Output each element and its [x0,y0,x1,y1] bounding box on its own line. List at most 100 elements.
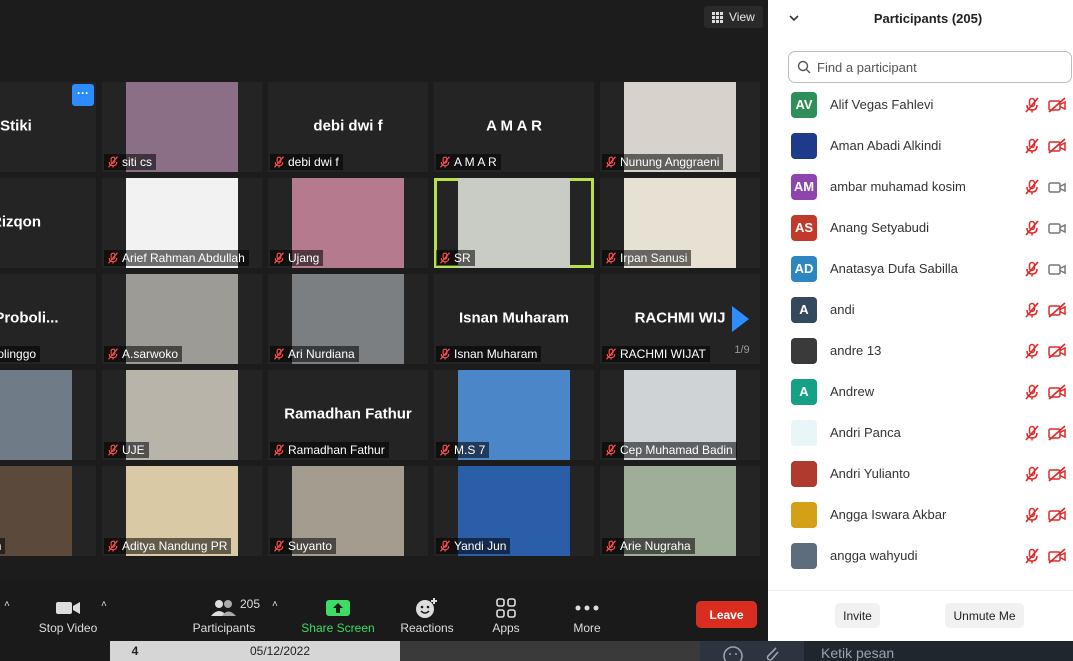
avatar [791,501,817,528]
mic-muted-icon[interactable] [1024,219,1040,236]
participant-list-item[interactable]: AS Anang Setyabudi [768,207,1073,248]
chevron-up-icon[interactable]: ˄ [101,599,111,610]
participant-video-tile[interactable]: A M A R A M A R [434,82,594,172]
stop-video-button[interactable]: Stop Video [34,581,102,641]
participant-video-tile[interactable]: as Proboli... as Probolinggo [0,274,96,364]
participant-video-tile[interactable]: UJE [102,370,262,460]
participant-search-box[interactable] [788,51,1072,83]
participant-video [0,370,72,460]
participant-video-tile[interactable]: Arie Nugraha [600,466,760,556]
video-off-icon[interactable] [1048,383,1066,400]
invite-button[interactable]: Invite [835,603,880,628]
video-off-icon[interactable] [1048,342,1066,359]
video-off-icon[interactable] [1048,506,1066,523]
participant-list-item[interactable]: AV Alif Vegas Fahlevi [768,84,1073,125]
participant-name: Ari Nurdiana [288,347,355,361]
participant-video-tile[interactable]: Yandi Jun [434,466,594,556]
video-off-icon[interactable] [1048,301,1066,318]
mic-muted-icon[interactable] [1024,301,1040,318]
video-off-icon[interactable] [1048,424,1066,441]
participant-name: Isnan Muharam [454,347,538,361]
participant-list-item[interactable]: Aandi [768,289,1073,330]
participant-name: debi dwi f [288,155,339,169]
participant-search-input[interactable] [817,59,1057,75]
participant-list-item[interactable]: AD Anatasya Dufa Sabilla [768,248,1073,289]
participant-video-tile[interactable]: i [0,370,96,460]
mic-muted-icon [440,444,450,456]
mic-muted-icon[interactable] [1024,506,1040,523]
reactions-button[interactable]: Reactions [396,581,458,641]
participants-button[interactable]: Participants [188,581,260,641]
tile-more-options-button[interactable]: ··· [72,84,94,106]
video-off-icon[interactable] [1048,96,1066,113]
participant-list-item[interactable]: andre 13 [768,330,1073,371]
mic-muted-icon [108,156,118,168]
participant-display-name: Stiki [0,117,32,135]
participant-list-item[interactable]: AM ambar muhamad kosim [768,166,1073,207]
mic-muted-icon[interactable] [1024,465,1040,482]
participant-video-tile[interactable]: Aditya Nandung PR [102,466,262,556]
video-camera-icon[interactable] [1048,261,1066,277]
participant-nametag: Aditya Nandung PR [104,538,232,554]
participant-video-tile[interactable]: Nunung Anggraeni [600,82,760,172]
participant-video-tile[interactable]: olehudin [0,466,96,556]
participant-video-tile[interactable]: Ramadhan Fathur Ramadhan Fathur [268,370,428,460]
mic-muted-icon[interactable] [1024,342,1040,359]
chevron-up-icon[interactable]: ˄ [4,599,14,610]
participant-name: Andrew [830,384,875,399]
mic-muted-icon[interactable] [1024,383,1040,400]
participant-list-item[interactable]: angga wahyudi [768,535,1073,576]
participant-list-item[interactable]: Andri Panca [768,412,1073,453]
video-off-icon[interactable] [1048,137,1066,154]
background-window-strip: 4 05/12/2022 Ketik pesan [0,641,1073,661]
participant-video-tile[interactable]: Ari Nurdiana [268,274,428,364]
emoji-icon[interactable] [722,645,744,661]
participant-video-tile[interactable]: SR [434,178,594,268]
participant-video-tile[interactable]: Suyanto [268,466,428,556]
participant-name: M.S 7 [454,443,486,457]
more-label: More [573,621,601,635]
participant-video-tile[interactable]: Cep Muhamad Badin [600,370,760,460]
mic-muted-icon[interactable] [1024,547,1040,564]
chat-message-input[interactable]: Ketik pesan [804,641,1073,661]
unmute-me-button[interactable]: Unmute Me [945,603,1024,628]
participant-list-item[interactable]: A Andrew [768,371,1073,412]
participant-list-item[interactable]: Angga Iswara Akbar [768,494,1073,535]
video-camera-icon[interactable] [1048,220,1066,236]
mic-muted-icon[interactable] [1024,260,1040,277]
leave-button[interactable]: Leave [696,601,757,628]
next-page-arrow-icon[interactable] [732,306,749,332]
mic-muted-icon[interactable] [1024,178,1040,195]
participant-video-tile[interactable]: siti cs [102,82,262,172]
participant-video-tile[interactable]: Arief Rahman Abdullah [102,178,262,268]
participant-list-item[interactable]: Andri Yulianto [768,453,1073,494]
participant-video-tile[interactable]: Irpan Sanusi [600,178,760,268]
chevron-up-icon[interactable]: ˄ [272,599,282,610]
share-screen-button[interactable]: Share Screen [298,581,378,641]
mic-muted-icon[interactable] [1024,96,1040,113]
view-button[interactable]: View [704,6,763,28]
paperclip-icon[interactable] [762,644,782,661]
participant-video-tile[interactable]: M.S 7 [434,370,594,460]
participant-video-tile[interactable]: A.sarwoko [102,274,262,364]
participant-list-item[interactable]: Aman Abadi Alkindi [768,125,1073,166]
participant-name: siti cs [122,155,152,169]
video-camera-icon[interactable] [1048,179,1066,195]
participant-video-tile[interactable]: debi dwi f debi dwi f [268,82,428,172]
participant-video-tile[interactable]: Isnan Muharam Isnan Muharam [434,274,594,364]
participant-video-tile[interactable]: Ujang [268,178,428,268]
more-button[interactable]: More [563,581,611,641]
video-off-icon[interactable] [1048,547,1066,564]
mic-muted-icon[interactable] [1024,137,1040,154]
participant-video-tile[interactable]: Rizqon [0,178,96,268]
video-off-icon[interactable] [1048,465,1066,482]
mic-muted-icon [606,252,616,264]
mic-muted-icon[interactable] [1024,424,1040,441]
participants-panel: Participants (205) AVAlif Vegas FahleviA… [768,0,1073,641]
participant-nametag: Ari Nurdiana [270,346,359,362]
participant-display-name: Ramadhan Fathur [284,405,412,423]
mic-muted-icon [274,252,284,264]
apps-icon [496,595,516,621]
apps-button[interactable]: Apps [482,581,530,641]
participant-nametag: RACHMI WIJAT [602,346,710,362]
